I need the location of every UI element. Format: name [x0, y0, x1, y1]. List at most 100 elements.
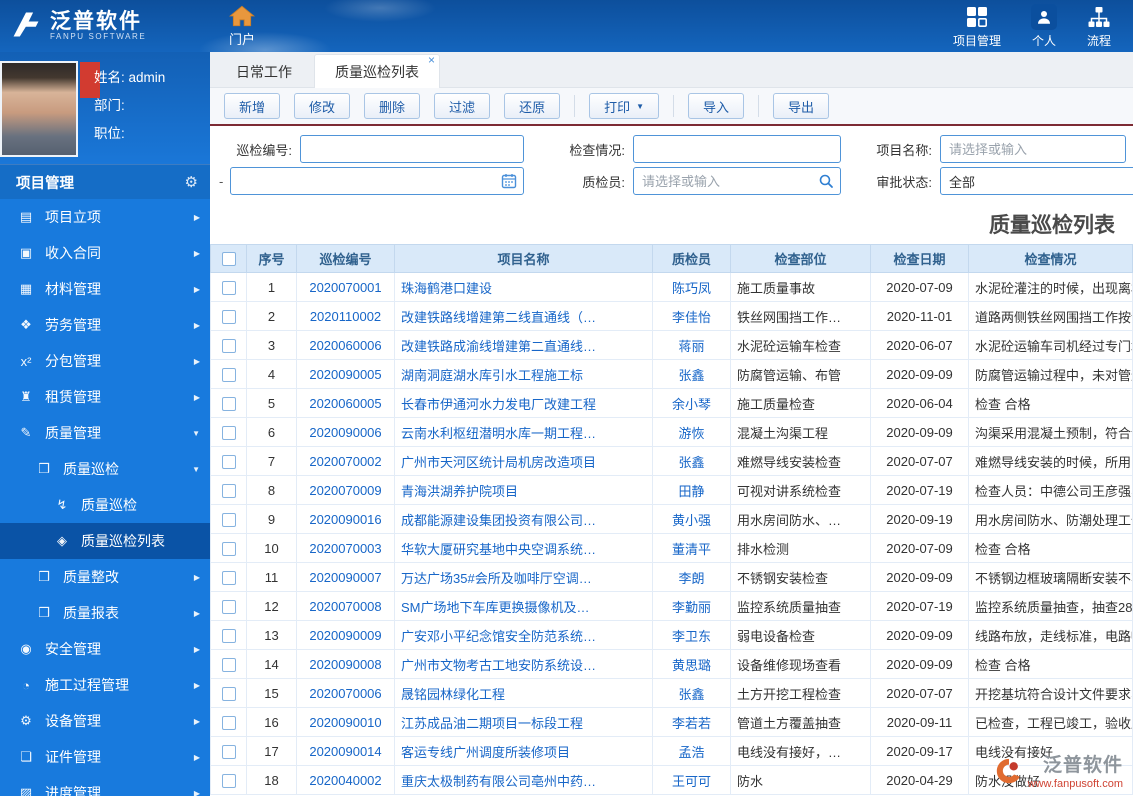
row-checkbox[interactable] — [221, 686, 236, 701]
project-name-input[interactable] — [940, 135, 1126, 163]
sidebar-item-quality-inspection[interactable]: ↯ 质量巡检 — [0, 487, 210, 523]
sidebar-item-quality-rectification[interactable]: ❒ 质量整改 ▶ — [0, 559, 210, 595]
nav-personal[interactable]: 个人 — [1030, 3, 1057, 49]
approval-status-select[interactable] — [940, 167, 1133, 195]
project-name-link[interactable]: 云南水利枢纽潜明水库一期工程… — [394, 417, 653, 447]
inspector-link[interactable]: 王可可 — [652, 765, 731, 795]
inspector-link[interactable]: 黄小强 — [652, 504, 731, 534]
row-checkbox[interactable] — [221, 367, 236, 382]
project-name-link[interactable]: 客运专线广州调度所装修项目 — [394, 736, 653, 766]
inspector-link[interactable]: 黄思璐 — [652, 649, 731, 679]
project-name-link[interactable]: 华软大厦研究基地中央空调系统… — [394, 533, 653, 563]
inspector-link[interactable]: 游恢 — [652, 417, 731, 447]
inspection-code-link[interactable]: 2020070001 — [296, 272, 395, 302]
inspector-link[interactable]: 董清平 — [652, 533, 731, 563]
inspector-link[interactable]: 张鑫 — [652, 446, 731, 476]
nav-project-management[interactable]: 项目管理 — [953, 4, 1001, 49]
select-all-checkbox[interactable] — [221, 252, 236, 267]
inspector-link[interactable]: 陈巧凤 — [652, 272, 731, 302]
sidebar-item-income-contract[interactable]: ▣ 收入合同 ▶ — [0, 235, 210, 271]
inspection-code-link[interactable]: 2020040002 — [296, 765, 395, 795]
sidebar-item-lease-management[interactable]: ♜ 租赁管理 ▶ — [0, 379, 210, 415]
row-checkbox[interactable] — [221, 599, 236, 614]
inspection-code-link[interactable]: 2020060005 — [296, 388, 395, 418]
inspection-code-link[interactable]: 2020090008 — [296, 649, 395, 679]
inspector-link[interactable]: 李勤丽 — [652, 591, 731, 621]
project-name-link[interactable]: 珠海鹤港口建设 — [394, 272, 653, 302]
row-checkbox[interactable] — [221, 773, 236, 788]
restore-button[interactable]: 还原 — [504, 93, 561, 119]
sidebar-item-safety-management[interactable]: ◉ 安全管理 ▶ — [0, 631, 210, 667]
inspection-code-link[interactable]: 2020090006 — [296, 417, 395, 447]
sidebar-item-quality-inspection-folder[interactable]: ❒ 质量巡检 ▼ — [0, 451, 210, 487]
row-checkbox[interactable] — [221, 744, 236, 759]
sidebar-item-quality-inspection-list[interactable]: ◈ 质量巡检列表 — [0, 523, 210, 559]
sidebar-item-certificate-management[interactable]: ❏ 证件管理 ▶ — [0, 739, 210, 775]
check-status-input[interactable] — [633, 135, 841, 163]
row-checkbox[interactable] — [221, 338, 236, 353]
project-name-link[interactable]: 广州市文物考古工地安防系统设… — [394, 649, 653, 679]
tab-daily-work[interactable]: 日常工作 — [216, 57, 312, 87]
inspector-link[interactable]: 余小琴 — [652, 388, 731, 418]
sidebar-item-subcontract-management[interactable]: x² 分包管理 ▶ — [0, 343, 210, 379]
portal-tab[interactable]: 门户 — [216, 5, 268, 48]
date-input[interactable] — [230, 167, 524, 195]
inspection-code-link[interactable]: 2020090014 — [296, 736, 395, 766]
gear-icon[interactable]: ⚙ — [185, 173, 198, 191]
sidebar-item-labor-management[interactable]: ❖ 劳务管理 ▶ — [0, 307, 210, 343]
filter-button[interactable]: 过滤 — [434, 93, 491, 119]
row-checkbox[interactable] — [221, 570, 236, 585]
row-checkbox[interactable] — [221, 396, 236, 411]
inspector-link[interactable]: 李卫东 — [652, 620, 731, 650]
row-checkbox[interactable] — [221, 512, 236, 527]
project-name-link[interactable]: 重庆太极制药有限公司亳州中药… — [394, 765, 653, 795]
delete-button[interactable]: 删除 — [364, 93, 421, 119]
project-name-link[interactable]: 万达广场35#会所及咖啡厅空调… — [394, 562, 653, 592]
project-name-link[interactable]: 青海洪湖养护院项目 — [394, 475, 653, 505]
project-name-link[interactable]: 江苏成品油二期项目一标段工程 — [394, 707, 653, 737]
inspection-code-link[interactable]: 2020070003 — [296, 533, 395, 563]
project-name-link[interactable]: 晟铭园林绿化工程 — [394, 678, 653, 708]
row-checkbox[interactable] — [221, 628, 236, 643]
project-name-link[interactable]: 改建铁路成渝线增建第二直通线… — [394, 330, 653, 360]
project-name-link[interactable]: 湖南洞庭湖水库引水工程施工标 — [394, 359, 653, 389]
inspector-input[interactable] — [633, 167, 841, 195]
row-checkbox[interactable] — [221, 657, 236, 672]
inspection-code-link[interactable]: 2020070009 — [296, 475, 395, 505]
inspection-code-link[interactable]: 2020070008 — [296, 591, 395, 621]
inspector-link[interactable]: 蒋丽 — [652, 330, 731, 360]
inspection-code-link[interactable]: 2020090005 — [296, 359, 395, 389]
inspector-link[interactable]: 张鑫 — [652, 359, 731, 389]
inspector-link[interactable]: 李朗 — [652, 562, 731, 592]
inspection-code-link[interactable]: 2020110002 — [296, 301, 395, 331]
project-name-link[interactable]: 改建铁路线增建第二线直通线（… — [394, 301, 653, 331]
import-button[interactable]: 导入 — [688, 93, 745, 119]
row-checkbox[interactable] — [221, 541, 236, 556]
search-icon[interactable] — [818, 173, 834, 189]
project-name-link[interactable]: 成都能源建设集团投资有限公司… — [394, 504, 653, 534]
sidebar-item-quality-report[interactable]: ❒ 质量报表 ▶ — [0, 595, 210, 631]
inspection-code-link[interactable]: 2020090007 — [296, 562, 395, 592]
inspector-link[interactable]: 张鑫 — [652, 678, 731, 708]
sidebar-item-project-initiation[interactable]: ▤ 项目立项 ▶ — [0, 199, 210, 235]
calendar-icon[interactable] — [501, 173, 517, 189]
inspection-no-input[interactable] — [300, 135, 524, 163]
inspector-link[interactable]: 孟浩 — [652, 736, 731, 766]
inspection-code-link[interactable]: 2020090016 — [296, 504, 395, 534]
row-checkbox[interactable] — [221, 483, 236, 498]
inspection-code-link[interactable]: 2020070006 — [296, 678, 395, 708]
add-button[interactable]: 新增 — [224, 93, 281, 119]
project-name-link[interactable]: SM广场地下车库更换摄像机及… — [394, 591, 653, 621]
inspector-link[interactable]: 李佳怡 — [652, 301, 731, 331]
project-name-link[interactable]: 长春市伊通河水力发电厂改建工程 — [394, 388, 653, 418]
row-checkbox[interactable] — [221, 425, 236, 440]
sidebar-item-material-management[interactable]: ▦ 材料管理 ▶ — [0, 271, 210, 307]
row-checkbox[interactable] — [221, 280, 236, 295]
project-name-link[interactable]: 广州市天河区统计局机房改造项目 — [394, 446, 653, 476]
print-button[interactable]: 打印 ▼ — [589, 93, 660, 119]
inspector-link[interactable]: 李若若 — [652, 707, 731, 737]
inspector-link[interactable]: 田静 — [652, 475, 731, 505]
export-button[interactable]: 导出 — [773, 93, 830, 119]
close-icon[interactable]: × — [428, 53, 435, 67]
inspection-code-link[interactable]: 2020090010 — [296, 707, 395, 737]
